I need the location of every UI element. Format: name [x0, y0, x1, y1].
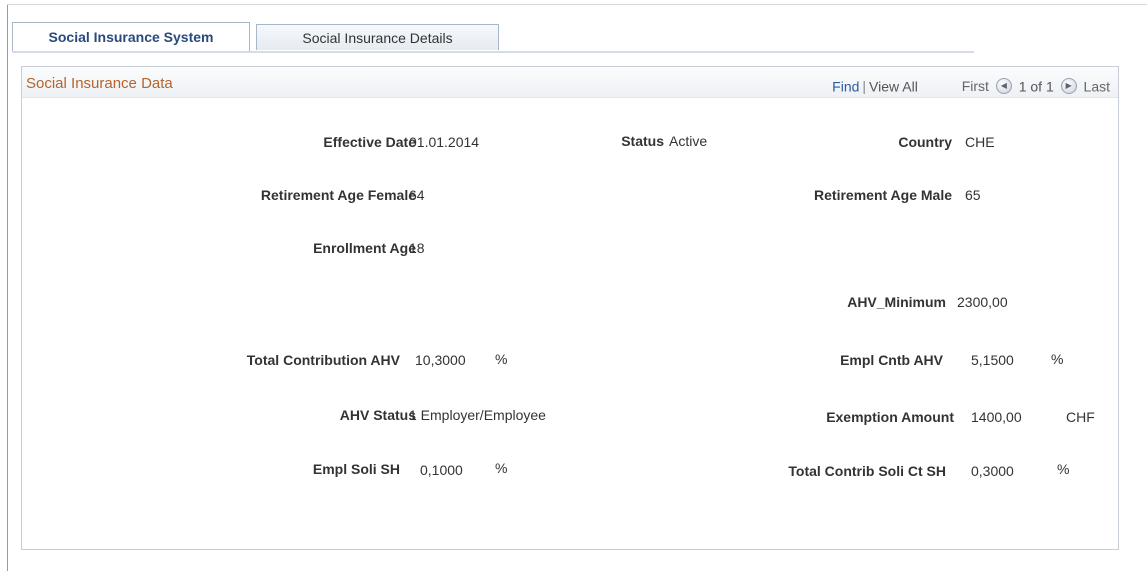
empl-soli-sh-unit: % — [495, 460, 508, 476]
enrollment-age-value: 18 — [409, 240, 425, 256]
panel-header: Social Insurance Data Find | View All Firs… — [22, 67, 1118, 98]
empl-soli-sh-label: Empl Soli SH — [312, 461, 400, 477]
ahv-minimum-label: AHV_Minimum — [847, 294, 946, 310]
total-contrib-soli-ct-sh-unit: % — [1057, 461, 1070, 477]
total-contribution-ahv-value: 10,3000 — [415, 352, 466, 368]
window-frame-left — [7, 4, 8, 571]
empl-soli-sh-value: 0,1000 — [420, 462, 463, 478]
view-all-link[interactable]: View All — [869, 78, 918, 94]
empl-cntb-ahv-value: 5,1500 — [971, 352, 1014, 368]
country-label: Country — [898, 134, 952, 150]
first-label: First — [961, 78, 989, 95]
exemption-amount-label: Exemption Amount — [826, 409, 954, 425]
tab-underline — [12, 51, 974, 53]
row-navigation: Find | View All First ◀ 1 of 1 ▶ Last — [832, 77, 1110, 95]
enrollment-age-label: Enrollment Age — [313, 240, 416, 256]
total-contrib-soli-ct-sh-label: Total Contrib Soli Ct SH — [788, 463, 946, 479]
empl-cntb-ahv-unit: % — [1051, 351, 1064, 367]
window-frame-top — [7, 4, 1147, 5]
country-value: CHE — [965, 134, 995, 150]
last-label: Last — [1083, 78, 1110, 95]
ahv-minimum-value: 2300,00 — [957, 294, 1008, 310]
retirement-age-female-value: 64 — [409, 187, 425, 203]
exemption-amount-unit: CHF — [1066, 409, 1095, 425]
find-link[interactable]: Find — [832, 78, 859, 94]
status-value: Active — [669, 133, 708, 149]
tab-social-insurance-details[interactable]: Social Insurance Details — [256, 24, 499, 50]
page-info: 1 of 1 — [1018, 78, 1054, 95]
ahv-status-value: 1 Employer/Employee — [409, 407, 546, 423]
nav-separator: | — [862, 78, 867, 95]
social-insurance-data-panel: Social Insurance Data Find | View All Firs… — [21, 66, 1119, 550]
exemption-amount-value: 1400,00 — [971, 409, 1022, 425]
previous-arrow-icon[interactable]: ◀ — [995, 78, 1012, 95]
panel-title: Social Insurance Data — [26, 75, 173, 92]
total-contribution-ahv-label: Total Contribution AHV — [246, 352, 400, 368]
retirement-age-male-label: Retirement Age Male — [814, 187, 952, 203]
next-arrow-icon[interactable]: ▶ — [1060, 78, 1077, 95]
tab-social-insurance-system[interactable]: Social Insurance System — [12, 22, 250, 52]
retirement-age-female-label: Retirement Age Female — [260, 187, 416, 203]
effective-date-label: Effective Date — [323, 134, 416, 150]
status-label: Status — [621, 133, 664, 149]
retirement-age-male-value: 65 — [965, 187, 981, 203]
effective-date-value: 01.01.2014 — [409, 134, 480, 150]
ahv-status-label: AHV Status — [339, 407, 416, 423]
total-contrib-soli-ct-sh-value: 0,3000 — [971, 463, 1014, 479]
empl-cntb-ahv-label: Empl Cntb AHV — [840, 352, 943, 368]
total-contribution-ahv-unit: % — [495, 351, 508, 367]
